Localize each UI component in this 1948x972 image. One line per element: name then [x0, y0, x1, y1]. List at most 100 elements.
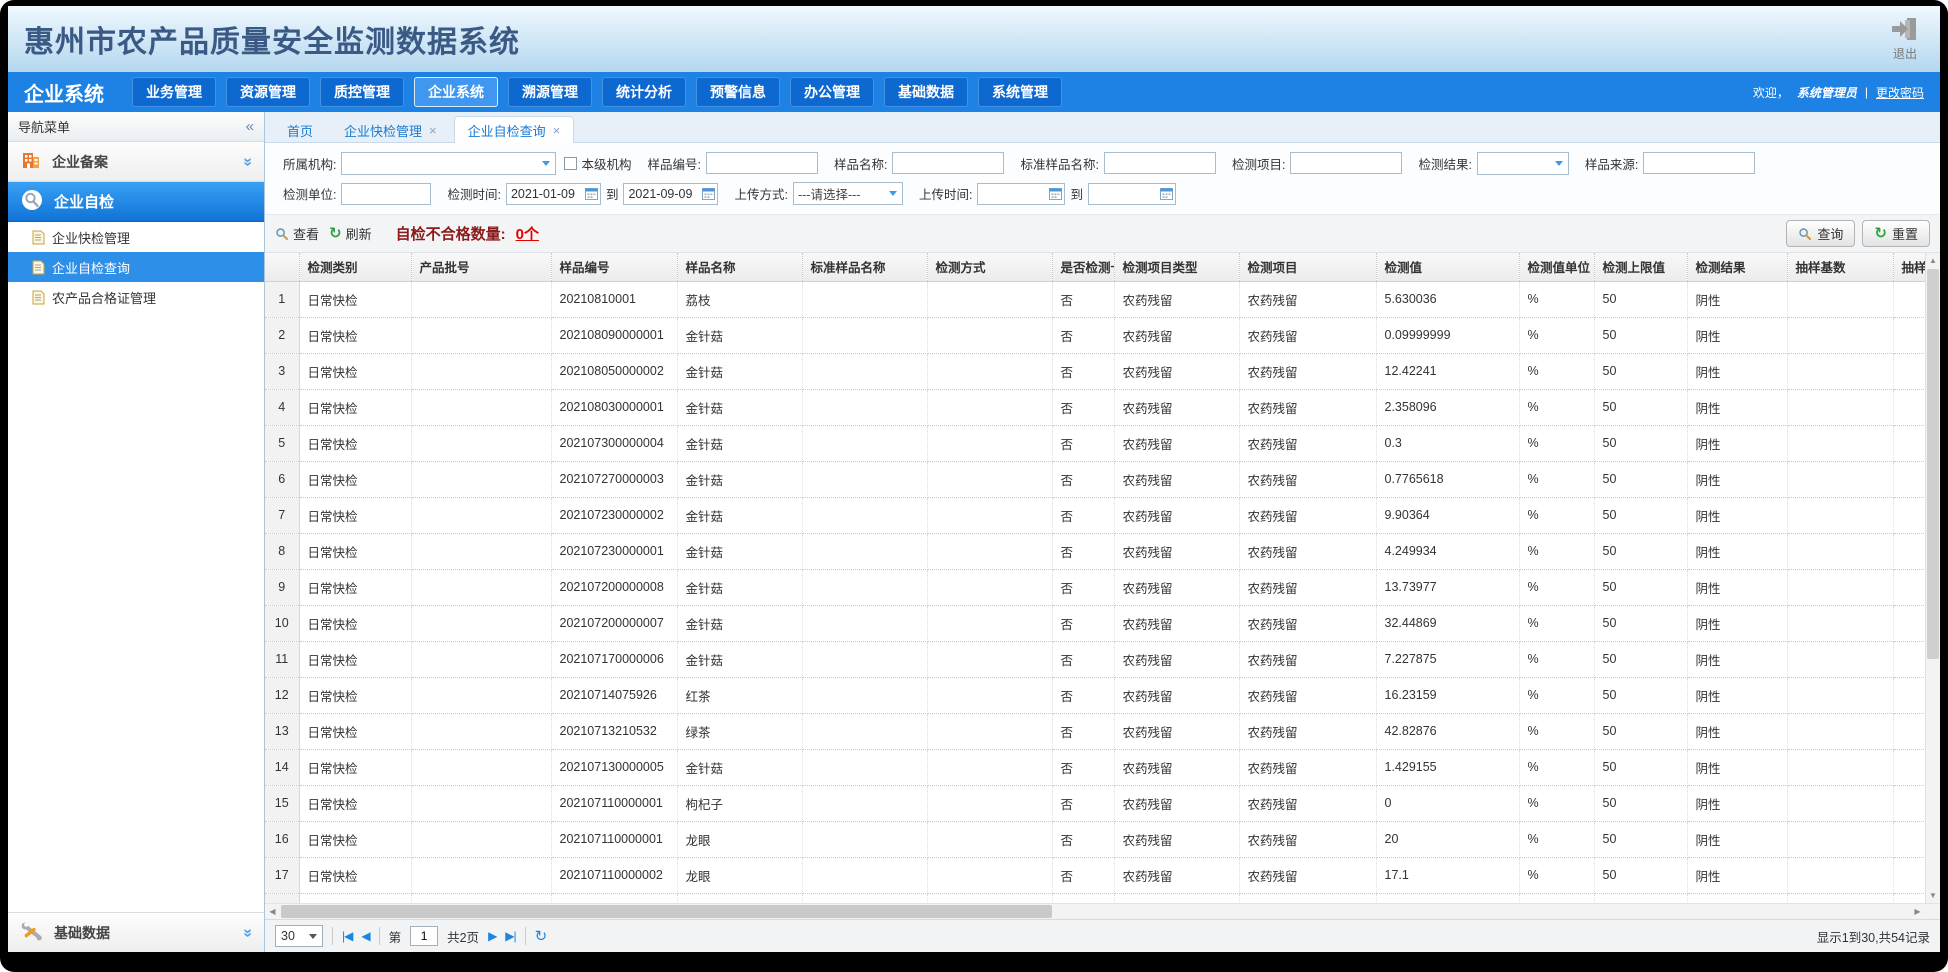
- column-header[interactable]: 产品批号: [411, 253, 551, 281]
- table-cell: 否: [1052, 533, 1114, 569]
- table-cell: [1687, 893, 1787, 903]
- table-cell: %: [1519, 821, 1594, 857]
- tab[interactable]: 首页: [273, 116, 327, 143]
- table-row[interactable]: 8日常快检202107230000001金针菇否农药残留农药残留4.249934…: [265, 533, 1940, 569]
- upload-method-select[interactable]: ---请选择---: [793, 182, 903, 205]
- table-row[interactable]: 9日常快检202107200000008金针菇否农药残留农药残留13.73977…: [265, 569, 1940, 605]
- sidebar-group-company-record[interactable]: 企业备案 »: [8, 142, 264, 182]
- table-row[interactable]: 6日常快检202107270000003金针菇否农药残留农药残留0.776561…: [265, 461, 1940, 497]
- sidebar-subitem[interactable]: 企业自检查询: [8, 252, 264, 282]
- scroll-down-icon[interactable]: ▼: [1926, 888, 1940, 903]
- logout-button[interactable]: 退出: [1890, 17, 1920, 62]
- column-header[interactable]: 检测值: [1376, 253, 1519, 281]
- own-org-checkbox[interactable]: [564, 157, 577, 170]
- column-header[interactable]: 检测类别: [299, 253, 411, 281]
- tab[interactable]: 企业快检管理×: [330, 116, 451, 143]
- table-row[interactable]: 5日常快检202107300000004金针菇否农药残留农药残留0.3%50阴性: [265, 425, 1940, 461]
- table-row[interactable]: 11日常快检202107170000006金针菇否农药残留农药残留7.22787…: [265, 641, 1940, 677]
- tab[interactable]: 企业自检查询×: [454, 116, 575, 143]
- table-row[interactable]: 2日常快检202108090000001金针菇否农药残留农药残留0.099999…: [265, 317, 1940, 353]
- horizontal-scrollbar[interactable]: ◀ ▶: [265, 903, 1940, 919]
- sidebar-subitem[interactable]: 企业快检管理: [8, 222, 264, 252]
- column-header[interactable]: 检测值单位: [1519, 253, 1594, 281]
- table-cell: 202107230000002: [551, 497, 677, 533]
- test-unit-input[interactable]: [341, 183, 431, 205]
- table-row[interactable]: 3日常快检202108050000002金针菇否农药残留农药残留12.42241…: [265, 353, 1940, 389]
- sample-no-input[interactable]: [706, 152, 818, 174]
- change-password-link[interactable]: 更改密码: [1876, 84, 1924, 101]
- vertical-scroll-thumb[interactable]: [1927, 269, 1939, 659]
- table-row[interactable]: 18: [265, 893, 1940, 903]
- nav-item[interactable]: 办公管理: [790, 77, 874, 107]
- last-page-button[interactable]: ▶|: [505, 929, 515, 943]
- column-header[interactable]: [265, 253, 299, 281]
- page-number-input[interactable]: [410, 926, 438, 946]
- table-row[interactable]: 1日常快检20210810001荔枝否农药残留农药残留5.630036%50阴性: [265, 281, 1940, 317]
- table-cell: %: [1519, 749, 1594, 785]
- table-row[interactable]: 16日常快检202107110000001龙眼否农药残留农药残留20%50阴性: [265, 821, 1940, 857]
- pager-refresh-button[interactable]: ↻: [535, 927, 547, 945]
- tab-close-icon[interactable]: ×: [429, 123, 437, 138]
- nav-item[interactable]: 统计分析: [602, 77, 686, 107]
- table-cell: 50: [1594, 461, 1687, 497]
- sidebar-group-self-check[interactable]: 企业自检: [8, 182, 264, 222]
- sample-name-input[interactable]: [892, 152, 1004, 174]
- tab-close-icon[interactable]: ×: [553, 123, 561, 138]
- nav-item[interactable]: 溯源管理: [508, 77, 592, 107]
- nav-item[interactable]: 预警信息: [696, 77, 780, 107]
- fail-count-value[interactable]: 0个: [516, 223, 539, 244]
- org-select[interactable]: [341, 152, 556, 175]
- table-cell: [927, 281, 1052, 317]
- nav-item[interactable]: 质控管理: [320, 77, 404, 107]
- refresh-button[interactable]: ↻ 刷新: [329, 224, 372, 243]
- std-sample-name-input[interactable]: [1104, 152, 1216, 174]
- scroll-left-icon[interactable]: ◀: [265, 904, 280, 919]
- test-item-input[interactable]: [1290, 152, 1402, 174]
- query-button[interactable]: 查询: [1786, 220, 1855, 247]
- nav-item[interactable]: 企业系统: [414, 77, 498, 107]
- table-row[interactable]: 4日常快检202108030000001金针菇否农药残留农药残留2.358096…: [265, 389, 1940, 425]
- scroll-up-icon[interactable]: ▲: [1926, 253, 1940, 268]
- table-cell: [411, 713, 551, 749]
- column-header[interactable]: 检测结果: [1687, 253, 1787, 281]
- nav-item[interactable]: 系统管理: [978, 77, 1062, 107]
- table-row[interactable]: 7日常快检202107230000002金针菇否农药残留农药残留9.90364%…: [265, 497, 1940, 533]
- table-cell: 金针菇: [677, 605, 802, 641]
- first-page-button[interactable]: |◀: [342, 929, 352, 943]
- column-header[interactable]: 样品编号: [551, 253, 677, 281]
- sidebar-collapse-icon[interactable]: «: [246, 118, 254, 135]
- column-header[interactable]: 检测项目: [1239, 253, 1376, 281]
- column-header[interactable]: 样品名称: [677, 253, 802, 281]
- scroll-right-icon[interactable]: ▶: [1910, 904, 1925, 919]
- sidebar-group-base-data[interactable]: 基础数据 »: [8, 912, 264, 952]
- column-header[interactable]: 检测上限值: [1594, 253, 1687, 281]
- next-page-button[interactable]: ▶: [488, 929, 496, 943]
- nav-item[interactable]: 业务管理: [132, 77, 216, 107]
- nav-item[interactable]: 基础数据: [884, 77, 968, 107]
- table-row[interactable]: 17日常快检202107110000002龙眼否农药残留农药残留17.1%50阴…: [265, 857, 1940, 893]
- table-row[interactable]: 10日常快检202107200000007金针菇否农药残留农药残留32.4486…: [265, 605, 1940, 641]
- table-row[interactable]: 13日常快检20210713210532绿茶否农药残留农药残留42.82876%…: [265, 713, 1940, 749]
- view-button[interactable]: 查看: [275, 224, 319, 243]
- column-header[interactable]: 检测方式: [927, 253, 1052, 281]
- sample-source-input[interactable]: [1643, 152, 1755, 174]
- column-header[interactable]: 检测项目类型: [1114, 253, 1239, 281]
- vertical-scrollbar[interactable]: ▲ ▼: [1925, 253, 1940, 903]
- column-header[interactable]: 抽样基数: [1787, 253, 1893, 281]
- page-size-select[interactable]: 30: [275, 925, 323, 947]
- row-number: 12: [265, 677, 299, 713]
- column-header[interactable]: 标准样品名称: [802, 253, 927, 281]
- sidebar-subitem[interactable]: 农产品合格证管理: [8, 282, 264, 312]
- horizontal-scroll-thumb[interactable]: [281, 905, 1052, 918]
- nav-item[interactable]: 资源管理: [226, 77, 310, 107]
- table-cell: [1787, 713, 1893, 749]
- table-cell: 否: [1052, 461, 1114, 497]
- table-row[interactable]: 12日常快检20210714075926红茶否农药残留农药残留16.23159%…: [265, 677, 1940, 713]
- table-row[interactable]: 15日常快检202107110000001枸杞子否农药残留农药残留0%50阴性: [265, 785, 1940, 821]
- test-result-select[interactable]: [1477, 152, 1569, 175]
- reset-button[interactable]: ↻ 重置: [1862, 220, 1930, 247]
- org-label: 所属机构:: [283, 154, 336, 173]
- table-row[interactable]: 14日常快检202107130000005金针菇否农药残留农药残留1.42915…: [265, 749, 1940, 785]
- prev-page-button[interactable]: ◀: [361, 929, 369, 943]
- column-header[interactable]: 是否检测卡: [1052, 253, 1114, 281]
